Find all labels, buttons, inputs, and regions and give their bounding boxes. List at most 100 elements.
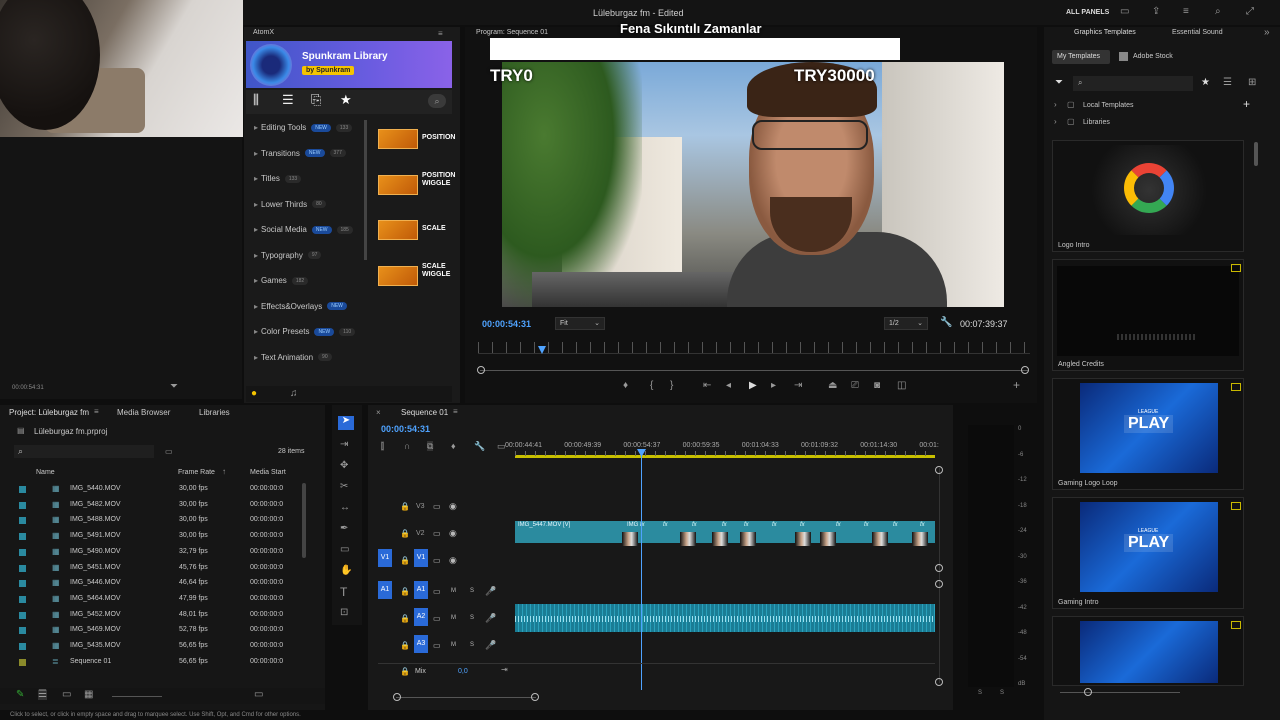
list-item[interactable]: ▦ IMG_5491.MOV 30,00 fps 00:00:00:0 xyxy=(14,530,304,544)
lock-icon[interactable]: 🔒 xyxy=(400,667,410,677)
col-media-start[interactable]: Media Start xyxy=(250,469,286,476)
preset-thumbnail[interactable] xyxy=(378,174,418,195)
tab-sequence[interactable]: Sequence 01 xyxy=(401,408,448,417)
list-view-icon[interactable]: ☰ xyxy=(38,690,47,700)
lift-icon[interactable]: ⏏ xyxy=(828,381,837,391)
eye-icon[interactable]: ◉ xyxy=(449,555,457,566)
atomx-search-icon[interactable]: ⌕ xyxy=(428,94,446,108)
list-item[interactable]: ▦ IMG_5446.MOV 46,64 fps 00:00:00:0 xyxy=(14,577,304,591)
mic-icon[interactable]: 🎤 xyxy=(485,640,496,651)
mic-icon[interactable]: 🎤 xyxy=(485,586,496,597)
solo-icon[interactable]: S xyxy=(470,615,474,621)
menu-icon[interactable]: ≡ xyxy=(1183,7,1189,17)
lock-icon[interactable]: 🔒 xyxy=(400,502,410,511)
hscroll-handle-left[interactable] xyxy=(393,693,401,701)
col-frame-rate[interactable]: Frame Rate xyxy=(178,469,215,476)
sync-icon[interactable]: ▭ xyxy=(433,587,441,596)
wrench-icon[interactable]: 🔧 xyxy=(940,318,952,328)
import-icon[interactable]: ⎘ xyxy=(311,93,321,106)
hand-icon[interactable]: ✋ xyxy=(340,566,352,576)
chevron-right-icon[interactable]: › xyxy=(1054,117,1057,127)
tab-graphics-templates[interactable]: Graphics Templates xyxy=(1074,29,1136,36)
list-item[interactable]: ▦ IMG_5440.MOV 30,00 fps 00:00:00:0 xyxy=(14,483,304,497)
col-name[interactable]: Name xyxy=(36,469,55,476)
track-name[interactable]: A1 xyxy=(414,581,428,599)
mute-icon[interactable]: M xyxy=(451,642,456,648)
audio-icon[interactable]: ♫ xyxy=(290,389,298,399)
sync-icon[interactable]: ▭ xyxy=(433,641,441,650)
track-name[interactable]: A2 xyxy=(414,608,428,626)
track-name[interactable]: A3 xyxy=(414,635,428,653)
add-folder-icon[interactable]: + xyxy=(1243,98,1250,110)
sliders-icon[interactable]: ⫼ xyxy=(253,93,259,106)
track-header-a1[interactable]: A1 🔒 A1 ▭ M S 🎤 xyxy=(378,581,513,601)
linked-icon[interactable]: ⧉ xyxy=(427,441,434,451)
track-header-v2[interactable]: 🔒 V2 ▭ ◉ xyxy=(378,527,513,543)
track-name[interactable]: V1 xyxy=(414,549,428,567)
timeline-timecode[interactable]: 00:00:54:31 xyxy=(381,424,430,434)
panel-menu-icon[interactable]: ≡ xyxy=(438,29,443,39)
rectangle-icon[interactable]: ▭ xyxy=(340,545,349,555)
template-gaming-5[interactable] xyxy=(1052,616,1244,686)
track-select-icon[interactable]: ⇥ xyxy=(340,440,348,450)
ripple-edit-icon[interactable]: ✥ xyxy=(340,461,348,471)
snap-icon[interactable]: ∩ xyxy=(404,441,410,451)
close-icon[interactable]: × xyxy=(376,408,381,418)
camera-icon[interactable]: ◙ xyxy=(874,381,880,391)
list-item[interactable]: ▦ IMG_5435.MOV 56,65 fps 00:00:00:0 xyxy=(14,640,304,654)
solo-icon[interactable]: S xyxy=(470,642,474,648)
list-icon[interactable]: ☰ xyxy=(282,93,294,106)
template-search-input[interactable]: ⌕ xyxy=(1073,76,1193,91)
pen-icon[interactable]: ✒ xyxy=(340,524,348,534)
panel-menu-icon[interactable]: ≡ xyxy=(94,407,99,417)
list-item[interactable]: ▦ IMG_5490.MOV 32,79 fps 00:00:00:0 xyxy=(14,546,304,560)
freeform-view-icon[interactable]: ▦ xyxy=(84,690,93,700)
resolution-select[interactable]: 1/2 ⌄ xyxy=(884,317,928,330)
chevron-right-icon[interactable]: › xyxy=(1054,100,1057,110)
category-item[interactable]: ▸ Effects&Overlays NEW xyxy=(254,302,362,314)
track-header-a2[interactable]: 🔒 A2 ▭ M S 🎤 xyxy=(378,608,513,628)
template-logo-intro[interactable]: Logo Intro xyxy=(1052,140,1244,252)
timeline-hscroll[interactable] xyxy=(396,697,536,698)
extract-icon[interactable]: ⎚ xyxy=(851,381,859,391)
mix-value[interactable]: 0,0 xyxy=(458,668,468,675)
tab-essential-sound[interactable]: Essential Sound xyxy=(1172,29,1223,36)
template-gaming-logo-loop[interactable]: LEAGUE PLAY Gaming Logo Loop xyxy=(1052,378,1244,490)
add-button-icon[interactable]: + xyxy=(1013,379,1020,391)
timeline-vscroll[interactable] xyxy=(939,468,940,683)
go-to-out-icon[interactable]: ⇥ xyxy=(794,381,802,391)
all-panels-button[interactable]: ALL PANELS xyxy=(1066,9,1109,16)
lock-icon[interactable]: 🔒 xyxy=(400,529,410,538)
add-marker-icon[interactable]: ♦ xyxy=(451,441,456,451)
panel-icon[interactable]: ▭ xyxy=(1120,7,1129,17)
thumb-size-handle[interactable] xyxy=(1084,688,1092,696)
category-item[interactable]: ▸ Color Presets NEW 110 xyxy=(254,327,362,339)
category-item[interactable]: ▸ Games 182 xyxy=(254,276,362,288)
track-name[interactable]: V3 xyxy=(416,503,425,510)
mic-icon[interactable]: 🎤 xyxy=(485,613,496,624)
mute-icon[interactable]: M xyxy=(451,615,456,621)
icon-view-icon[interactable]: ▭ xyxy=(62,690,71,700)
project-search-input[interactable]: ⌕ xyxy=(14,445,154,458)
lock-icon[interactable]: 🔒 xyxy=(400,556,410,565)
category-item[interactable]: ▸ Social Media NEW 185 xyxy=(254,225,362,237)
tab-media-browser[interactable]: Media Browser xyxy=(117,408,170,417)
razor-icon[interactable]: ✂ xyxy=(340,482,348,492)
panel-menu-icon[interactable]: ≡ xyxy=(453,407,458,417)
marker-icon[interactable]: ♦ xyxy=(623,381,628,391)
tree-local-templates[interactable]: Local Templates xyxy=(1083,102,1133,109)
zoom-handle-right[interactable] xyxy=(1021,366,1029,374)
vscroll-handle-bottom[interactable] xyxy=(935,678,943,686)
thumb-size-slider[interactable] xyxy=(1060,692,1180,693)
preset-thumbnail[interactable] xyxy=(378,265,418,286)
meter-solo-left[interactable]: S xyxy=(978,690,982,696)
category-scrollbar[interactable] xyxy=(364,120,367,260)
meter-solo-right[interactable]: S xyxy=(1000,690,1004,696)
mark-out-icon[interactable]: } xyxy=(670,381,673,391)
eye-icon[interactable]: ◉ xyxy=(449,528,457,539)
lock-icon[interactable]: 🔒 xyxy=(400,587,410,596)
hscroll-handle-right[interactable] xyxy=(531,693,539,701)
track-header-v3[interactable]: 🔒 V3 ▭ ◉ xyxy=(378,500,513,516)
sync-icon[interactable]: ▭ xyxy=(433,614,441,623)
tab-project[interactable]: Project: Lüleburgaz fm xyxy=(9,408,89,417)
